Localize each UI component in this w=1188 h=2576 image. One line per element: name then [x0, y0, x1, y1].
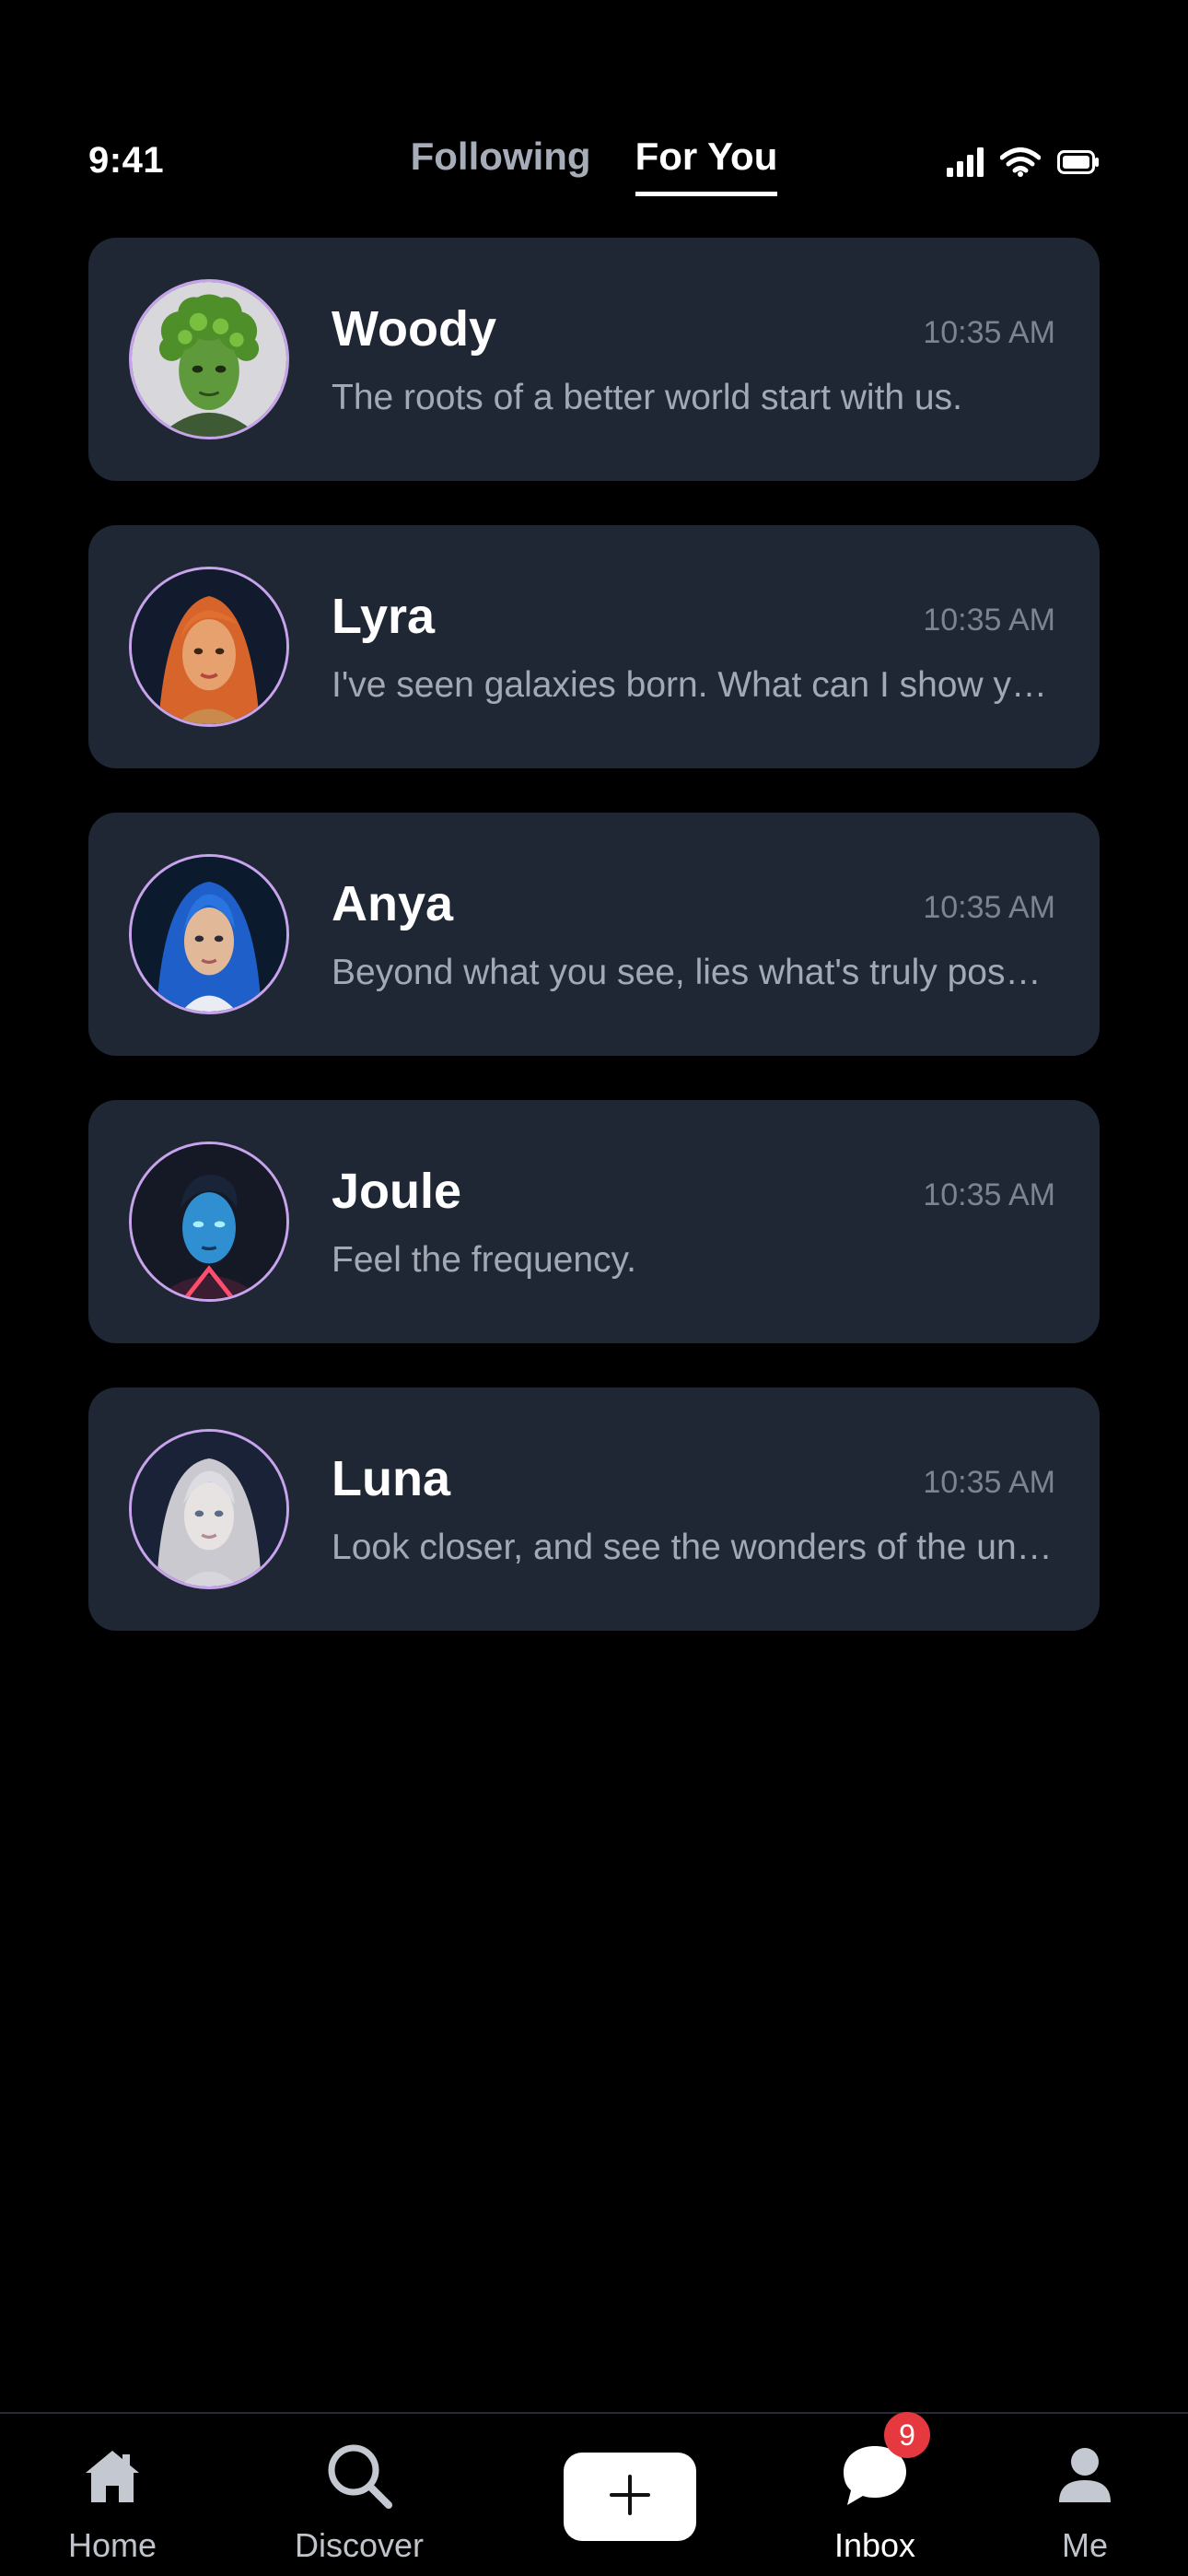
- chat-preview: Look closer, and see the wonders of the …: [332, 1528, 1055, 1567]
- chat-time: 10:35 AM: [923, 890, 1055, 925]
- cellular-signal-icon: [947, 147, 984, 181]
- chat-preview: I've seen galaxies born. What can I show…: [332, 665, 1055, 705]
- person-icon: [1055, 2436, 1114, 2515]
- nav-discover-label: Discover: [294, 2526, 425, 2564]
- chat-item-luna[interactable]: Luna 10:35 AM Look closer, and see the w…: [88, 1388, 1100, 1631]
- wifi-icon: [999, 147, 1042, 181]
- chat-list: Woody 10:35 AM The roots of a better wor…: [88, 238, 1100, 1631]
- inbox-badge: 9: [884, 2412, 930, 2458]
- chat-item-lyra[interactable]: Lyra 10:35 AM I've seen galaxies born. W…: [88, 525, 1100, 768]
- lyra-avatar: [129, 567, 289, 727]
- home-icon: [82, 2436, 143, 2515]
- chat-name: Lyra: [332, 589, 436, 644]
- nav-inbox[interactable]: 9 Inbox: [783, 2412, 967, 2565]
- tab-following[interactable]: Following: [411, 135, 591, 196]
- inbox-screen: 9:41 Following For You Woody 10:35 AM Th…: [0, 0, 1188, 2576]
- chat-time: 10:35 AM: [923, 1465, 1055, 1500]
- chat-preview: Beyond what you see, lies what's truly p…: [332, 953, 1055, 992]
- chat-item-woody[interactable]: Woody 10:35 AM The roots of a better wor…: [88, 238, 1100, 481]
- status-icons: [947, 147, 1100, 181]
- woody-avatar: [129, 279, 289, 439]
- search-icon: [324, 2436, 394, 2515]
- chat-time: 10:35 AM: [923, 315, 1055, 350]
- nav-discover[interactable]: Discover: [267, 2436, 451, 2565]
- create-button[interactable]: [564, 2453, 696, 2541]
- nav-me-label: Me: [1061, 2526, 1108, 2564]
- chat-preview: Feel the frequency.: [332, 1240, 636, 1280]
- chat-time: 10:35 AM: [923, 603, 1055, 638]
- chat-name: Anya: [332, 876, 454, 931]
- nav-home-label: Home: [67, 2526, 157, 2564]
- luna-avatar: [129, 1429, 289, 1589]
- joule-avatar: [129, 1142, 289, 1302]
- tab-for-you[interactable]: For You: [635, 135, 778, 196]
- chat-item-joule[interactable]: Joule 10:35 AM Feel the frequency.: [88, 1100, 1100, 1343]
- chat-preview: The roots of a better world start with u…: [332, 378, 962, 417]
- chat-name: Luna: [332, 1451, 450, 1506]
- nav-me[interactable]: Me: [993, 2436, 1177, 2565]
- chat-item-anya[interactable]: Anya 10:35 AM Beyond what you see, lies …: [88, 813, 1100, 1056]
- chat-name: Joule: [332, 1164, 462, 1219]
- plus-icon: [608, 2473, 652, 2522]
- nav-inbox-label: Inbox: [833, 2526, 916, 2564]
- chat-bubble-icon: 9: [840, 2412, 930, 2515]
- battery-icon: [1057, 150, 1100, 179]
- nav-home[interactable]: Home: [20, 2436, 204, 2565]
- anya-avatar: [129, 854, 289, 1014]
- chat-name: Woody: [332, 301, 496, 357]
- chat-time: 10:35 AM: [923, 1177, 1055, 1212]
